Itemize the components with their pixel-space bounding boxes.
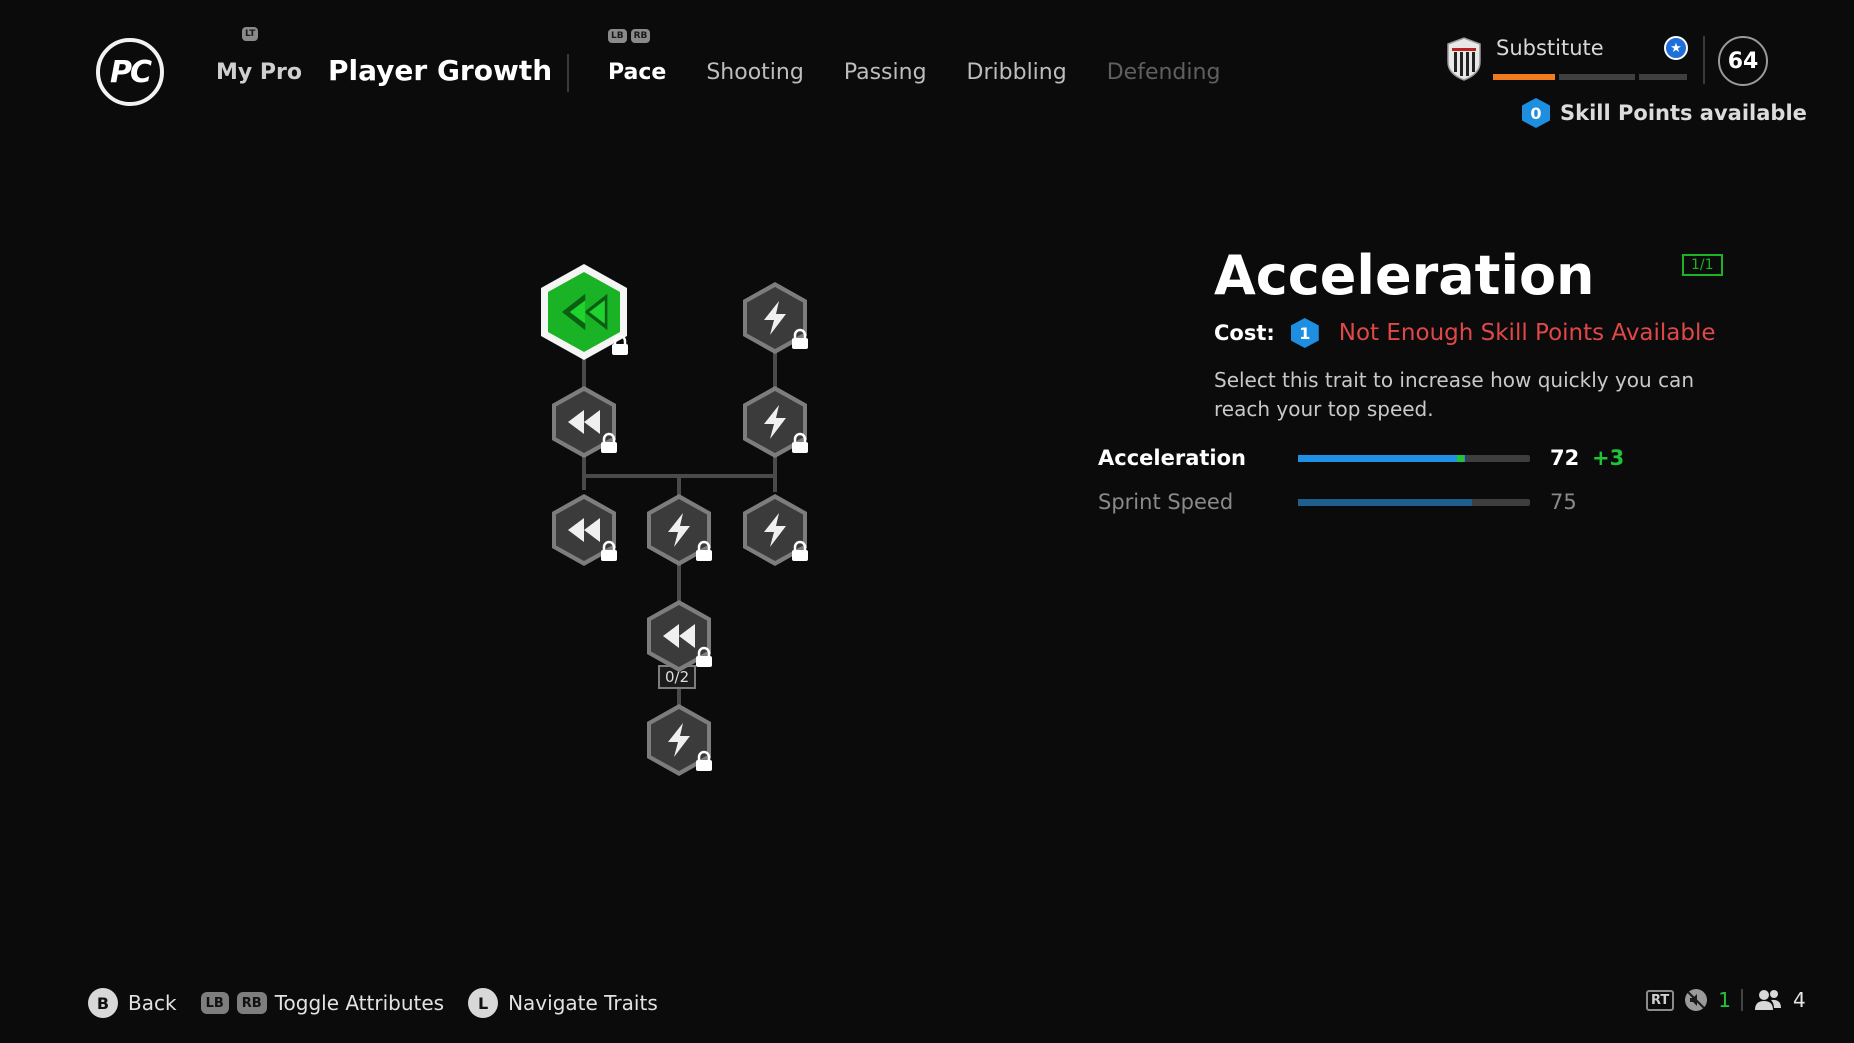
pro-clubs-logo: PC bbox=[96, 38, 164, 106]
mic-count: 1 bbox=[1718, 988, 1732, 1012]
attribute-row: Acceleration 72 +3 bbox=[1098, 446, 1624, 470]
trait-node-accel-4[interactable] bbox=[647, 600, 712, 672]
navigate-traits-label: Navigate Traits bbox=[508, 991, 658, 1015]
role-progress-segment bbox=[1559, 74, 1635, 80]
role-progress-segment bbox=[1493, 74, 1555, 80]
mute-icon[interactable] bbox=[1684, 988, 1708, 1012]
attribute-tabs: Pace Shooting Passing Dribbling Defending bbox=[608, 60, 1260, 85]
back-action[interactable]: B Back bbox=[88, 988, 177, 1018]
header-divider bbox=[567, 54, 569, 92]
lb-button-icon: LB bbox=[200, 992, 229, 1014]
role-progress-segment bbox=[1639, 74, 1687, 80]
tab-defending[interactable]: Defending bbox=[1107, 60, 1221, 85]
trait-node-accel-2[interactable] bbox=[552, 386, 617, 458]
rb-button-hint: RB bbox=[630, 29, 651, 43]
attribute-value: 72 bbox=[1550, 446, 1580, 470]
footer-divider bbox=[1741, 989, 1744, 1011]
skill-tree: 0/2 bbox=[520, 250, 840, 790]
trait-cost-row: Cost: 1 Not Enough Skill Points Availabl… bbox=[1214, 318, 1716, 348]
cost-label: Cost: bbox=[1214, 321, 1275, 345]
trait-node-accel-1[interactable] bbox=[541, 264, 628, 360]
cost-warning: Not Enough Skill Points Available bbox=[1338, 320, 1716, 346]
b-button-icon: B bbox=[88, 988, 118, 1018]
party-icon bbox=[1755, 990, 1782, 1010]
attribute-name: Acceleration bbox=[1098, 446, 1246, 470]
skill-point-hex-icon: 0 bbox=[1522, 98, 1550, 128]
toggle-attributes-action[interactable]: LB RB Toggle Attributes bbox=[200, 991, 445, 1015]
nav-my-pro[interactable]: My Pro bbox=[216, 60, 302, 85]
trait-node-bolt-mid[interactable] bbox=[647, 494, 712, 566]
page-title: Player Growth bbox=[328, 54, 553, 87]
attribute-bar bbox=[1298, 454, 1530, 462]
trait-node-bolt-2[interactable] bbox=[743, 386, 808, 458]
trait-node-bolt-top[interactable] bbox=[743, 282, 808, 354]
rt-button-icon: RT bbox=[1646, 989, 1675, 1011]
attribute-bar-fill bbox=[1298, 454, 1466, 462]
attribute-boost: +3 bbox=[1592, 446, 1625, 470]
header-divider-right bbox=[1703, 36, 1705, 84]
skill-points-label: Skill Points available bbox=[1560, 101, 1807, 125]
toggle-attributes-label: Toggle Attributes bbox=[274, 991, 445, 1015]
attribute-bar-boost bbox=[1457, 454, 1464, 462]
trait-node-bolt-bottom[interactable] bbox=[647, 704, 712, 776]
attribute-row: Sprint Speed 75 bbox=[1098, 490, 1584, 514]
tab-switch-hints: LB RB bbox=[608, 29, 651, 43]
trait-level-tag: 1/1 bbox=[1682, 254, 1723, 276]
navigate-traits-action[interactable]: L Navigate Traits bbox=[468, 988, 658, 1018]
left-stick-icon: L bbox=[468, 988, 499, 1018]
star-icon: ★ bbox=[1664, 36, 1688, 60]
footer-status: RT 1 4 bbox=[1646, 988, 1806, 1012]
lt-button-hint: LT bbox=[242, 27, 259, 41]
skill-point-hex-icon: 1 bbox=[1290, 318, 1319, 348]
tab-passing[interactable]: Passing bbox=[844, 60, 927, 85]
overall-rating: 64 bbox=[1718, 36, 1768, 86]
tab-shooting[interactable]: Shooting bbox=[706, 60, 803, 85]
party-count: 4 bbox=[1793, 988, 1806, 1012]
rb-button-icon: RB bbox=[236, 992, 267, 1014]
trait-node-accel-3[interactable] bbox=[552, 494, 617, 566]
trait-description: Select this trait to increase how quickl… bbox=[1214, 368, 1694, 421]
player-role: Substitute bbox=[1496, 36, 1604, 60]
back-label: Back bbox=[128, 991, 177, 1015]
attribute-bar-fill bbox=[1298, 498, 1472, 506]
attribute-value: 75 bbox=[1550, 490, 1577, 514]
club-crest-icon bbox=[1447, 37, 1481, 81]
attribute-name: Sprint Speed bbox=[1098, 490, 1234, 514]
tab-pace[interactable]: Pace bbox=[608, 60, 666, 85]
attribute-bar bbox=[1298, 498, 1530, 506]
skill-points-indicator: 0 Skill Points available bbox=[1522, 98, 1807, 128]
lb-button-hint: LB bbox=[608, 29, 627, 43]
footer-controls: B Back LB RB Toggle Attributes L Navigat… bbox=[88, 988, 682, 1018]
role-progress bbox=[1493, 74, 1687, 80]
trait-title: Acceleration bbox=[1214, 244, 1595, 307]
tab-dribbling[interactable]: Dribbling bbox=[967, 60, 1067, 85]
trait-node-bolt-3[interactable] bbox=[743, 494, 808, 566]
